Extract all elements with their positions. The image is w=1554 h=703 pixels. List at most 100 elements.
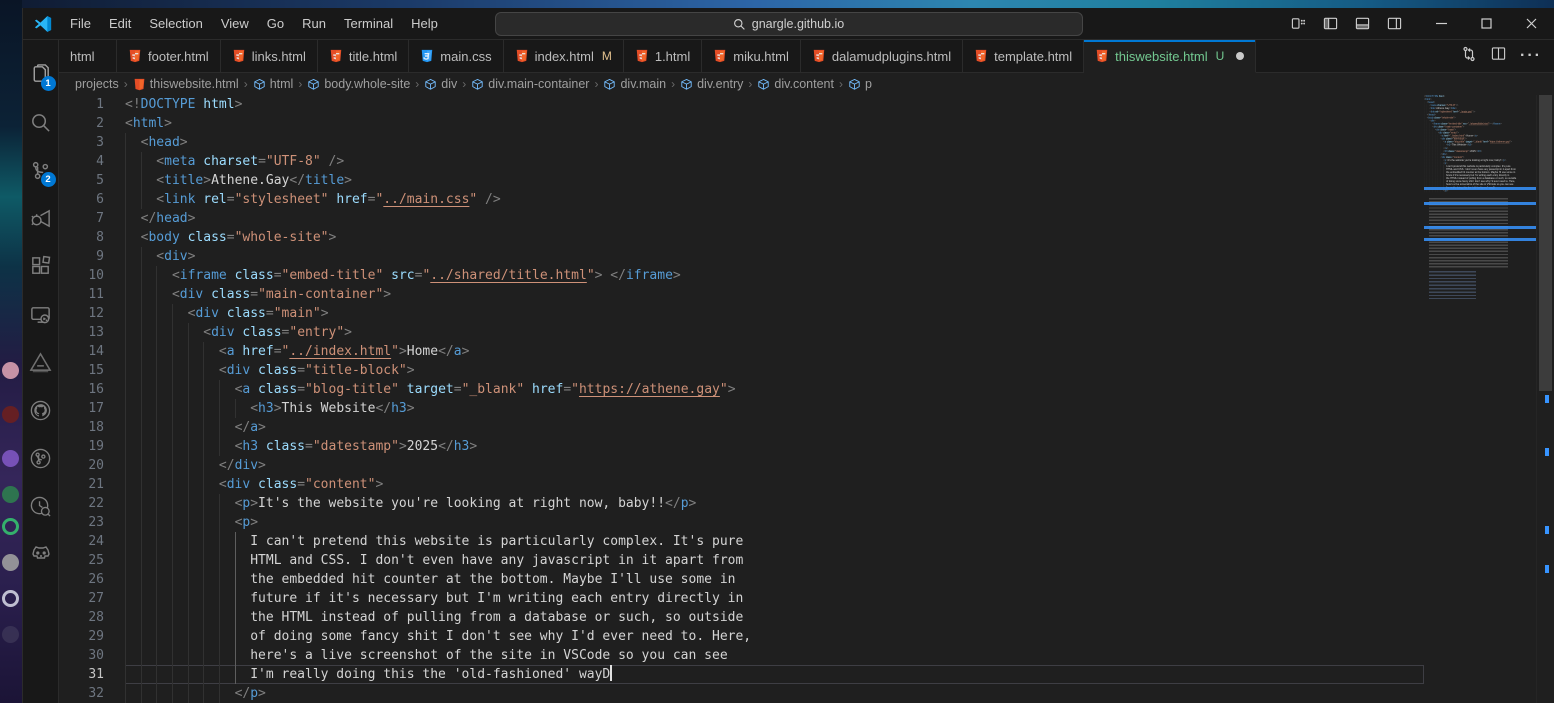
line-number[interactable]: 25 bbox=[59, 551, 125, 570]
menu-edit[interactable]: Edit bbox=[100, 12, 140, 35]
close-button[interactable] bbox=[1509, 8, 1554, 39]
code-line[interactable]: 9<div> bbox=[59, 247, 1424, 266]
tab-index-html[interactable]: index.html M bbox=[504, 40, 624, 72]
code-line[interactable]: 8<body class="whole-site"> bbox=[59, 228, 1424, 247]
code-line[interactable]: 7</head> bbox=[59, 209, 1424, 228]
tab-html[interactable]: html bbox=[59, 40, 117, 72]
line-number[interactable]: 16 bbox=[59, 380, 125, 399]
code-line[interactable]: 3<head> bbox=[59, 133, 1424, 152]
github-icon[interactable] bbox=[23, 386, 59, 434]
more-actions-icon[interactable]: ··· bbox=[1520, 47, 1542, 65]
code-line[interactable]: 17<h3>This Website</h3> bbox=[59, 399, 1424, 418]
dirty-indicator-icon[interactable] bbox=[1236, 52, 1244, 60]
code-line[interactable]: 6<link rel="stylesheet" href="../main.cs… bbox=[59, 190, 1424, 209]
customize-layout-icon[interactable] bbox=[1287, 13, 1309, 35]
line-number[interactable]: 32 bbox=[59, 684, 125, 703]
code-line[interactable]: 5<title>Athene.Gay</title> bbox=[59, 171, 1424, 190]
scrollbar-thumb[interactable] bbox=[1539, 95, 1552, 391]
code-line[interactable]: 29of doing some fancy shit I don't see w… bbox=[59, 627, 1424, 646]
tab-footer-html[interactable]: footer.html bbox=[117, 40, 221, 72]
godot-tools-icon[interactable] bbox=[23, 530, 59, 578]
tab-main-css[interactable]: main.css bbox=[409, 40, 503, 72]
line-number[interactable]: 29 bbox=[59, 627, 125, 646]
toggle-panel-icon[interactable] bbox=[1351, 13, 1373, 35]
code-line[interactable]: 20</div> bbox=[59, 456, 1424, 475]
breadcrumb-symbol-main-container[interactable]: div.main-container bbox=[471, 77, 589, 91]
code-line[interactable]: 22<p>It's the website you're looking at … bbox=[59, 494, 1424, 513]
menu-help[interactable]: Help bbox=[402, 12, 447, 35]
code-line[interactable]: 2<html> bbox=[59, 114, 1424, 133]
code-line[interactable]: 30here's a live screenshot of the site i… bbox=[59, 646, 1424, 665]
git-graph-icon[interactable] bbox=[23, 434, 59, 482]
breadcrumb-symbol-main[interactable]: div.main bbox=[603, 77, 666, 91]
code-line[interactable]: 26the embedded hit counter at the bottom… bbox=[59, 570, 1424, 589]
menu-selection[interactable]: Selection bbox=[140, 12, 211, 35]
line-number[interactable]: 10 bbox=[59, 266, 125, 285]
line-number[interactable]: 8 bbox=[59, 228, 125, 247]
line-number[interactable]: 12 bbox=[59, 304, 125, 323]
tab-links-html[interactable]: links.html bbox=[221, 40, 318, 72]
line-number[interactable]: 15 bbox=[59, 361, 125, 380]
line-number[interactable]: 1 bbox=[59, 95, 125, 114]
menu-file[interactable]: File bbox=[61, 12, 100, 35]
code-line[interactable]: 12<div class="main"> bbox=[59, 304, 1424, 323]
code-editor[interactable]: 1<!DOCTYPE html>2<html>3<head>4<meta cha… bbox=[59, 95, 1424, 703]
code-line[interactable]: 25HTML and CSS. I don't even have any ja… bbox=[59, 551, 1424, 570]
line-number[interactable]: 24 bbox=[59, 532, 125, 551]
code-line[interactable]: 15<div class="title-block"> bbox=[59, 361, 1424, 380]
line-number[interactable]: 19 bbox=[59, 437, 125, 456]
menu-go[interactable]: Go bbox=[258, 12, 293, 35]
breadcrumb-symbol-div[interactable]: div bbox=[424, 77, 457, 91]
line-number[interactable]: 26 bbox=[59, 570, 125, 589]
line-number[interactable]: 11 bbox=[59, 285, 125, 304]
line-number[interactable]: 30 bbox=[59, 646, 125, 665]
menu-view[interactable]: View bbox=[212, 12, 258, 35]
editor-scrollbar[interactable] bbox=[1536, 95, 1554, 703]
source-control-icon[interactable]: 2 bbox=[23, 146, 59, 194]
code-line[interactable]: 14<a href="../index.html">Home</a> bbox=[59, 342, 1424, 361]
line-number[interactable]: 7 bbox=[59, 209, 125, 228]
code-line[interactable]: 1<!DOCTYPE html> bbox=[59, 95, 1424, 114]
line-number[interactable]: 14 bbox=[59, 342, 125, 361]
code-line[interactable]: 31I'm really doing this the 'old-fashion… bbox=[59, 665, 1424, 684]
git-history-icon[interactable] bbox=[23, 482, 59, 530]
toggle-secondary-sidebar-icon[interactable] bbox=[1383, 13, 1405, 35]
minimap[interactable]: 1<!DOCTYPE html>2<html>3<head>4<meta cha… bbox=[1424, 95, 1536, 703]
menu-terminal[interactable]: Terminal bbox=[335, 12, 402, 35]
line-number[interactable]: 4 bbox=[59, 152, 125, 171]
code-line[interactable]: 24I can't pretend this website is partic… bbox=[59, 532, 1424, 551]
menu-run[interactable]: Run bbox=[293, 12, 335, 35]
code-line[interactable]: 23<p> bbox=[59, 513, 1424, 532]
line-number[interactable]: 18 bbox=[59, 418, 125, 437]
line-number[interactable]: 22 bbox=[59, 494, 125, 513]
command-center-search[interactable]: gnargle.github.io bbox=[495, 12, 1083, 36]
line-number[interactable]: 21 bbox=[59, 475, 125, 494]
code-line[interactable]: 13<div class="entry"> bbox=[59, 323, 1424, 342]
split-editor-icon[interactable] bbox=[1491, 46, 1506, 66]
breadcrumb-symbol-entry[interactable]: div.entry bbox=[680, 77, 743, 91]
breadcrumb-projects[interactable]: projects bbox=[75, 77, 119, 91]
explorer-icon[interactable]: 1 bbox=[23, 50, 59, 98]
tab-title-html[interactable]: title.html bbox=[318, 40, 409, 72]
remote-explorer-icon[interactable] bbox=[23, 290, 59, 338]
code-line[interactable]: 27future if it's necessary but I'm writi… bbox=[59, 589, 1424, 608]
minimize-button[interactable] bbox=[1419, 8, 1464, 39]
code-line[interactable]: 32</p> bbox=[59, 684, 1424, 703]
search-view-icon[interactable] bbox=[23, 98, 59, 146]
code-line[interactable]: 4<meta charset="UTF-8" /> bbox=[59, 152, 1424, 171]
line-number[interactable]: 28 bbox=[59, 608, 125, 627]
tab-template-html[interactable]: template.html bbox=[963, 40, 1084, 72]
toggle-primary-sidebar-icon[interactable] bbox=[1319, 13, 1341, 35]
breadcrumb-symbol-html[interactable]: html bbox=[253, 77, 294, 91]
code-line[interactable]: 32</p> bbox=[1424, 189, 1536, 192]
line-number[interactable]: 9 bbox=[59, 247, 125, 266]
triangle-a-extension-icon[interactable] bbox=[23, 338, 59, 386]
line-number[interactable]: 3 bbox=[59, 133, 125, 152]
extensions-icon[interactable] bbox=[23, 242, 59, 290]
open-changes-icon[interactable] bbox=[1461, 46, 1477, 67]
line-number[interactable]: 6 bbox=[59, 190, 125, 209]
run-and-debug-icon[interactable] bbox=[23, 194, 59, 242]
breadcrumb-symbol-p[interactable]: p bbox=[848, 77, 872, 91]
tab-thiswebsite-html[interactable]: thiswebsite.html U bbox=[1084, 40, 1256, 73]
line-number[interactable]: 23 bbox=[59, 513, 125, 532]
